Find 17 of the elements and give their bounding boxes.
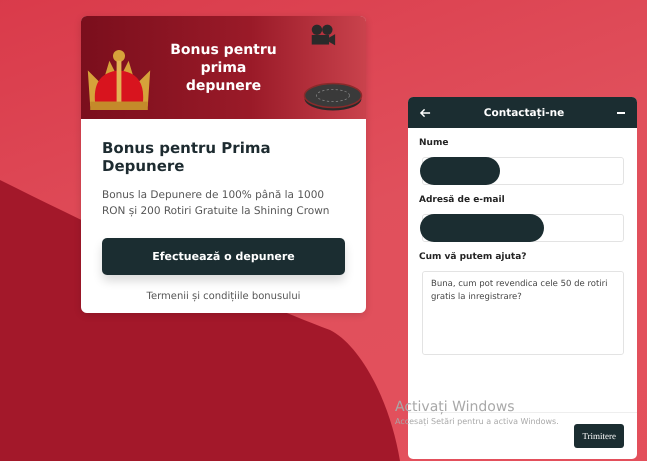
panel-title: Contactați-ne [482, 106, 566, 118]
text-field[interactable] [422, 214, 624, 242]
banner-title: Bonus pentru prima depunere [169, 40, 278, 94]
deposit-button[interactable]: Efectuează o depunere [102, 238, 345, 275]
terms-link[interactable]: Termenii și condițiile bonusului [146, 291, 300, 302]
film-camera-icon [310, 23, 336, 47]
field-label: Cum vă putem ajuta? [419, 252, 528, 262]
card-title: Bonus pentru Prima Depunere [102, 139, 272, 175]
field-label: Adresă de e-mail [419, 195, 506, 205]
field-label: Nume [419, 138, 450, 148]
minimize-icon[interactable] [617, 112, 625, 114]
bonus-description: Bonus la Depunere de 100% până la 1000 RON și 200 Rotiri Gratuite la Shining Crown [102, 188, 330, 219]
message-field[interactable]: Buna, cum pot revendica cele 50 de rotiri gratis la inregistrare? [422, 271, 624, 355]
submit-button[interactable]: Trimitere [574, 424, 624, 448]
back-arrow-icon[interactable] [420, 108, 431, 118]
casino-chip-icon [303, 81, 363, 113]
text-field[interactable] [422, 157, 624, 185]
